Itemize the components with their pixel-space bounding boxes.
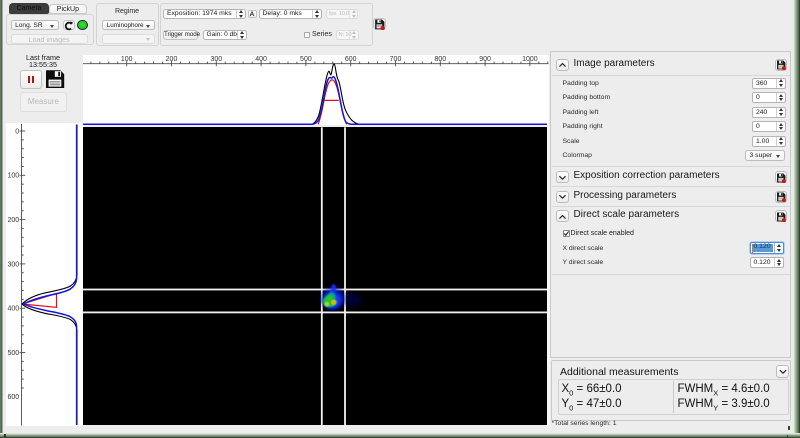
svg-text:1000: 1000 xyxy=(522,56,538,63)
svg-text:100: 100 xyxy=(8,173,20,180)
svg-text:400: 400 xyxy=(255,56,267,63)
svg-text:900: 900 xyxy=(479,56,491,63)
svg-text:200: 200 xyxy=(8,217,20,224)
svg-text:100: 100 xyxy=(121,56,133,63)
svg-text:300: 300 xyxy=(210,56,222,63)
svg-text:500: 500 xyxy=(8,350,20,357)
svg-text:600: 600 xyxy=(8,394,20,401)
svg-text:0: 0 xyxy=(15,128,19,135)
svg-text:600: 600 xyxy=(345,56,357,63)
svg-text:800: 800 xyxy=(434,56,446,63)
svg-text:300: 300 xyxy=(8,261,20,268)
svg-text:400: 400 xyxy=(8,306,20,313)
svg-text:700: 700 xyxy=(390,56,402,63)
svg-text:500: 500 xyxy=(300,56,312,63)
svg-text:200: 200 xyxy=(166,56,178,63)
